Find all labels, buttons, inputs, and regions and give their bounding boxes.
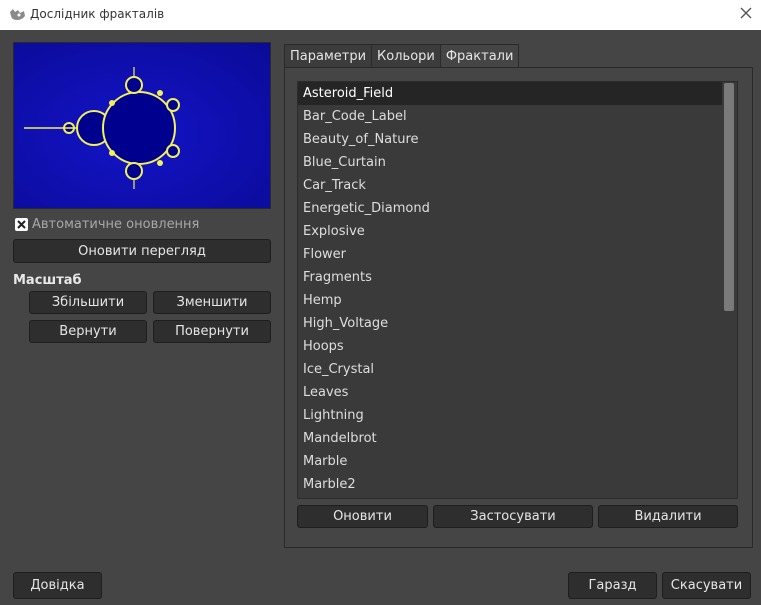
fractal-list-item[interactable]: Blue_Curtain	[298, 151, 722, 174]
auto-update-label: Автоматичне оновлення	[32, 216, 200, 232]
fractal-list-item[interactable]: Marble	[298, 450, 722, 473]
window-title: Дослідник фракталів	[30, 7, 165, 21]
zoom-section-title: Масштаб	[13, 273, 82, 288]
fractal-list-item[interactable]: Hoops	[298, 335, 722, 358]
fractal-list-item[interactable]: Mandelbrot	[298, 427, 722, 450]
auto-update-row[interactable]: Автоматичне оновлення	[15, 216, 199, 232]
ok-button[interactable]: Гаразд	[568, 572, 657, 599]
fractal-list-item[interactable]: Fragments	[298, 266, 722, 289]
fractal-list-item[interactable]: Marble2	[298, 473, 722, 496]
title-bar: Дослідник фракталів	[0, 0, 761, 30]
refresh-list-button[interactable]: Оновити	[297, 505, 428, 528]
fractal-list-items: Asteroid_Field Bar_Code_Label Beauty_of_Na…	[298, 82, 722, 496]
close-icon[interactable]	[739, 6, 753, 20]
auto-update-checkbox[interactable]	[15, 217, 28, 231]
fractal-preview[interactable]	[13, 42, 271, 209]
fractal-list-item[interactable]: Beauty_of_Nature	[298, 128, 722, 151]
gimp-icon	[10, 9, 25, 20]
redo-button[interactable]: Повернути	[153, 320, 271, 343]
fractal-list-item[interactable]: Car_Track	[298, 174, 722, 197]
fractal-list-item[interactable]: Explosive	[298, 220, 722, 243]
tab-colors[interactable]: Кольори	[371, 44, 441, 68]
fractal-list-item[interactable]: Lightning	[298, 404, 722, 427]
refresh-preview-button[interactable]: Оновити перегляд	[13, 239, 271, 263]
tab-parameters[interactable]: Параметри	[284, 44, 373, 68]
tab-bar: Параметри Кольори Фрактали	[284, 44, 520, 68]
cancel-button[interactable]: Скасувати	[662, 572, 751, 599]
fractal-list-item[interactable]: Flower	[298, 243, 722, 266]
fractal-list-item[interactable]: Asteroid_Field	[298, 82, 722, 105]
tab-fractals[interactable]: Фрактали	[439, 44, 520, 68]
zoom-in-button[interactable]: Збільшити	[29, 291, 147, 314]
delete-button[interactable]: Видалити	[598, 505, 738, 528]
scrollbar-thumb[interactable]	[724, 83, 734, 311]
help-button[interactable]: Довідка	[13, 572, 102, 599]
zoom-out-button[interactable]: Зменшити	[153, 291, 271, 314]
fractal-list-item[interactable]: Bar_Code_Label	[298, 105, 722, 128]
fractal-list-item[interactable]: Ice_Crystal	[298, 358, 722, 381]
fractal-list[interactable]: Asteroid_Field Bar_Code_Label Beauty_of_Na…	[297, 81, 738, 499]
undo-button[interactable]: Вернути	[29, 320, 147, 343]
fractal-list-scrollbar[interactable]	[723, 83, 735, 497]
fractal-list-item[interactable]: Leaves	[298, 381, 722, 404]
apply-button[interactable]: Застосувати	[433, 505, 593, 528]
checkmark-icon	[17, 219, 26, 229]
fractal-list-item[interactable]: Energetic_Diamond	[298, 197, 722, 220]
fractal-list-item[interactable]: High_Voltage	[298, 312, 722, 335]
fractal-list-item[interactable]: Hemp	[298, 289, 722, 312]
